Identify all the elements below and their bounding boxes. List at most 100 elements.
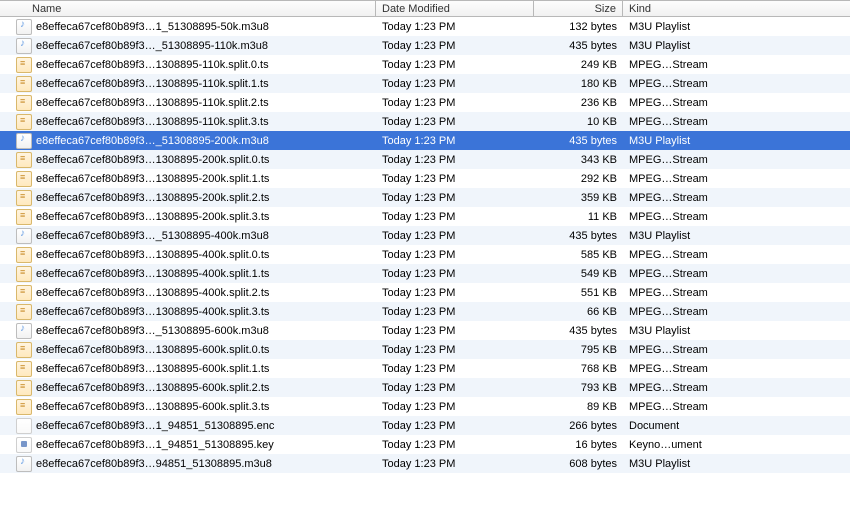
file-row[interactable]: e8effeca67cef80b89f3…1308895-200k.split.… — [0, 188, 850, 207]
file-name-label: e8effeca67cef80b89f3…1308895-600k.split.… — [36, 363, 269, 375]
file-row[interactable]: e8effeca67cef80b89f3…_51308895-400k.m3u8… — [0, 226, 850, 245]
ts-file-icon — [16, 95, 32, 111]
ts-file-icon — [16, 190, 32, 206]
file-row[interactable]: e8effeca67cef80b89f3…1308895-110k.split.… — [0, 55, 850, 74]
file-row[interactable]: e8effeca67cef80b89f3…1_51308895-50k.m3u8… — [0, 17, 850, 36]
cell-kind: Document — [623, 416, 850, 435]
file-row[interactable]: e8effeca67cef80b89f3…1308895-110k.split.… — [0, 93, 850, 112]
file-row[interactable]: e8effeca67cef80b89f3…_51308895-110k.m3u8… — [0, 36, 850, 55]
file-kind-label: MPEG…Stream — [629, 306, 708, 318]
file-name-label: e8effeca67cef80b89f3…1308895-400k.split.… — [36, 249, 269, 261]
ts-file-icon — [16, 247, 32, 263]
cell-date: Today 1:23 PM — [376, 188, 534, 207]
file-kind-label: Document — [629, 420, 679, 432]
cell-date: Today 1:23 PM — [376, 226, 534, 245]
column-header-kind-label: Kind — [629, 3, 651, 15]
file-name-label: e8effeca67cef80b89f3…1308895-600k.split.… — [36, 344, 269, 356]
column-header-kind[interactable]: Kind — [623, 1, 850, 16]
cell-name: e8effeca67cef80b89f3…1308895-110k.split.… — [0, 93, 376, 112]
cell-name: e8effeca67cef80b89f3…1308895-600k.split.… — [0, 378, 376, 397]
cell-name: e8effeca67cef80b89f3…1308895-400k.split.… — [0, 283, 376, 302]
file-kind-label: MPEG…Stream — [629, 363, 708, 375]
cell-name: e8effeca67cef80b89f3…1308895-110k.split.… — [0, 74, 376, 93]
m3u8-file-icon — [16, 323, 32, 339]
file-date-label: Today 1:23 PM — [382, 230, 455, 242]
cell-kind: MPEG…Stream — [623, 397, 850, 416]
file-row[interactable]: e8effeca67cef80b89f3…1308895-200k.split.… — [0, 169, 850, 188]
file-size-label: 608 bytes — [569, 458, 617, 470]
m3u8-file-icon — [16, 228, 32, 244]
file-kind-label: M3U Playlist — [629, 135, 690, 147]
file-row[interactable]: e8effeca67cef80b89f3…1308895-400k.split.… — [0, 264, 850, 283]
cell-kind: MPEG…Stream — [623, 188, 850, 207]
column-header-name[interactable]: Name — [0, 1, 376, 16]
file-date-label: Today 1:23 PM — [382, 401, 455, 413]
file-row[interactable]: e8effeca67cef80b89f3…1308895-200k.split.… — [0, 150, 850, 169]
file-name-label: e8effeca67cef80b89f3…_51308895-600k.m3u8 — [36, 325, 269, 337]
cell-date: Today 1:23 PM — [376, 378, 534, 397]
cell-kind: M3U Playlist — [623, 454, 850, 473]
cell-date: Today 1:23 PM — [376, 435, 534, 454]
file-date-label: Today 1:23 PM — [382, 249, 455, 261]
file-row[interactable]: e8effeca67cef80b89f3…1308895-110k.split.… — [0, 112, 850, 131]
file-date-label: Today 1:23 PM — [382, 78, 455, 90]
column-header-date[interactable]: Date Modified — [376, 1, 534, 16]
file-row[interactable]: e8effeca67cef80b89f3…94851_51308895.m3u8… — [0, 454, 850, 473]
file-size-label: 435 bytes — [569, 230, 617, 242]
file-name-label: e8effeca67cef80b89f3…_51308895-110k.m3u8 — [36, 40, 268, 52]
file-row[interactable]: e8effeca67cef80b89f3…1308895-110k.split.… — [0, 74, 850, 93]
ts-file-icon — [16, 114, 32, 130]
file-row[interactable]: e8effeca67cef80b89f3…1308895-600k.split.… — [0, 378, 850, 397]
file-kind-label: MPEG…Stream — [629, 382, 708, 394]
file-date-label: Today 1:23 PM — [382, 154, 455, 166]
cell-date: Today 1:23 PM — [376, 283, 534, 302]
file-size-label: 551 KB — [581, 287, 617, 299]
column-header-size[interactable]: Size — [534, 1, 623, 16]
ts-file-icon — [16, 76, 32, 92]
file-name-label: e8effeca67cef80b89f3…94851_51308895.m3u8 — [36, 458, 272, 470]
cell-kind: MPEG…Stream — [623, 378, 850, 397]
file-date-label: Today 1:23 PM — [382, 135, 455, 147]
file-kind-label: MPEG…Stream — [629, 287, 708, 299]
file-name-label: e8effeca67cef80b89f3…1308895-200k.split.… — [36, 173, 269, 185]
file-size-label: 266 bytes — [569, 420, 617, 432]
cell-size: 793 KB — [534, 378, 623, 397]
file-row[interactable]: e8effeca67cef80b89f3…1308895-600k.split.… — [0, 397, 850, 416]
file-row[interactable]: e8effeca67cef80b89f3…1308895-400k.split.… — [0, 245, 850, 264]
cell-date: Today 1:23 PM — [376, 245, 534, 264]
file-row[interactable]: e8effeca67cef80b89f3…1308895-200k.split.… — [0, 207, 850, 226]
file-row[interactable]: e8effeca67cef80b89f3…1_94851_51308895.en… — [0, 416, 850, 435]
cell-name: e8effeca67cef80b89f3…1308895-200k.split.… — [0, 207, 376, 226]
file-kind-label: MPEG…Stream — [629, 249, 708, 261]
file-size-label: 292 KB — [581, 173, 617, 185]
file-kind-label: M3U Playlist — [629, 325, 690, 337]
cell-size: 292 KB — [534, 169, 623, 188]
file-row[interactable]: e8effeca67cef80b89f3…1308895-600k.split.… — [0, 359, 850, 378]
file-name-label: e8effeca67cef80b89f3…1308895-200k.split.… — [36, 154, 269, 166]
file-row[interactable]: e8effeca67cef80b89f3…1308895-600k.split.… — [0, 340, 850, 359]
file-size-label: 795 KB — [581, 344, 617, 356]
cell-kind: MPEG…Stream — [623, 340, 850, 359]
file-kind-label: MPEG…Stream — [629, 173, 708, 185]
cell-size: 795 KB — [534, 340, 623, 359]
cell-kind: M3U Playlist — [623, 17, 850, 36]
cell-date: Today 1:23 PM — [376, 112, 534, 131]
file-row[interactable]: e8effeca67cef80b89f3…1308895-400k.split.… — [0, 283, 850, 302]
file-name-label: e8effeca67cef80b89f3…1308895-400k.split.… — [36, 268, 269, 280]
cell-name: e8effeca67cef80b89f3…1308895-200k.split.… — [0, 188, 376, 207]
file-row[interactable]: e8effeca67cef80b89f3…_51308895-600k.m3u8… — [0, 321, 850, 340]
file-date-label: Today 1:23 PM — [382, 344, 455, 356]
file-name-label: e8effeca67cef80b89f3…_51308895-400k.m3u8 — [36, 230, 269, 242]
ts-file-icon — [16, 342, 32, 358]
file-row[interactable]: e8effeca67cef80b89f3…1308895-400k.split.… — [0, 302, 850, 321]
file-date-label: Today 1:23 PM — [382, 382, 455, 394]
cell-name: e8effeca67cef80b89f3…1308895-110k.split.… — [0, 112, 376, 131]
ts-file-icon — [16, 380, 32, 396]
file-date-label: Today 1:23 PM — [382, 306, 455, 318]
file-name-label: e8effeca67cef80b89f3…1_51308895-50k.m3u8 — [36, 21, 269, 33]
cell-date: Today 1:23 PM — [376, 416, 534, 435]
cell-size: 585 KB — [534, 245, 623, 264]
m3u8-file-icon — [16, 133, 32, 149]
file-row[interactable]: e8effeca67cef80b89f3…_51308895-200k.m3u8… — [0, 131, 850, 150]
file-row[interactable]: e8effeca67cef80b89f3…1_94851_51308895.ke… — [0, 435, 850, 454]
